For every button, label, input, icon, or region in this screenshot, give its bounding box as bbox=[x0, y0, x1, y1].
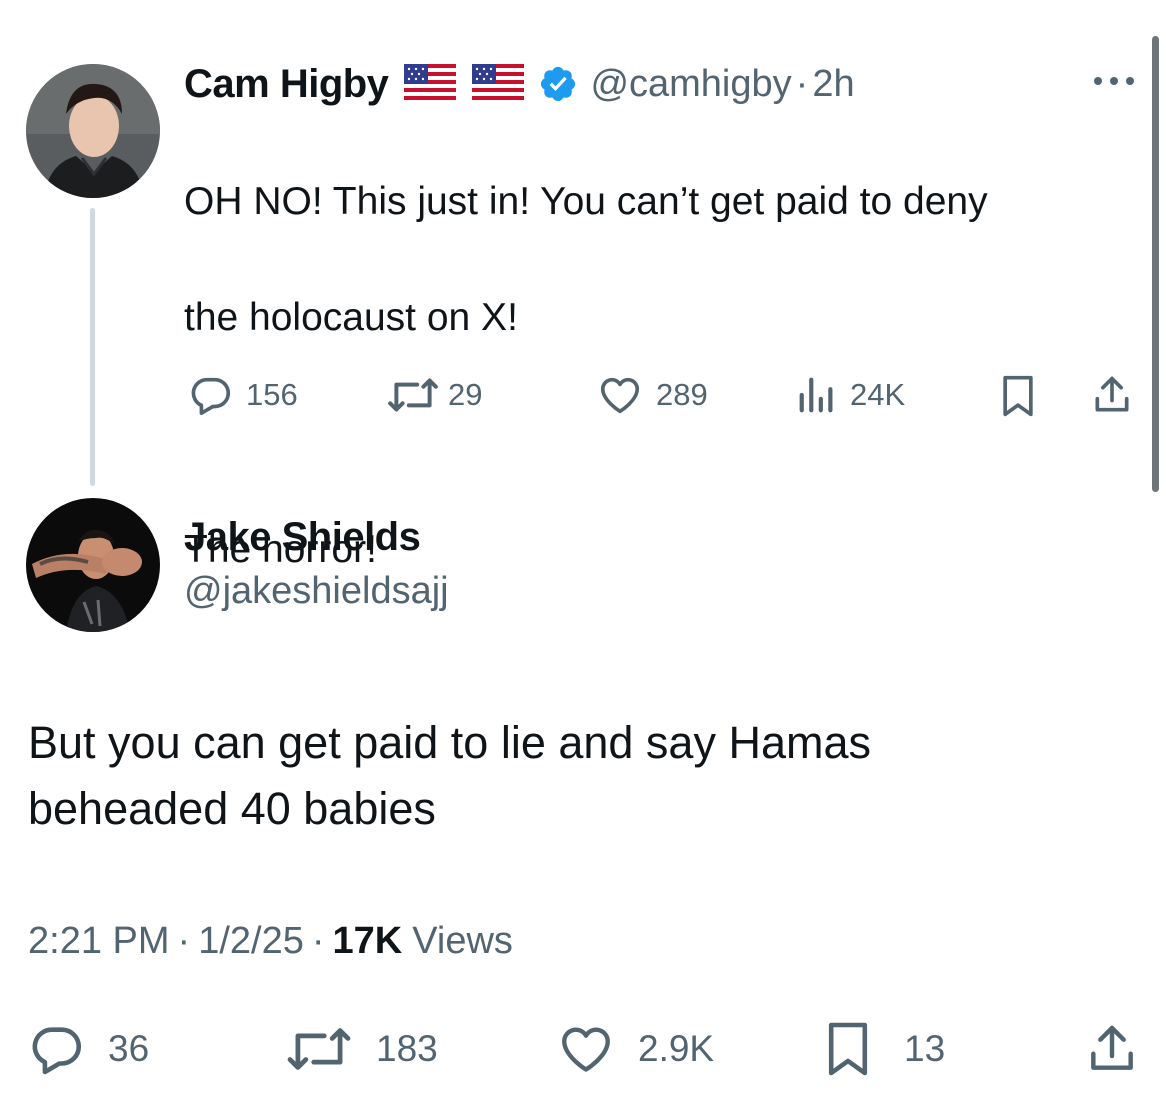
tweet-metadata: 2:21 PM · 1/2/25 · 17K Views bbox=[28, 920, 513, 963]
bookmark-count: 13 bbox=[904, 1028, 946, 1069]
tweet-text-line: beheaded 40 babies bbox=[28, 783, 436, 834]
author-name[interactable]: Cam Higby bbox=[184, 62, 389, 107]
author-name[interactable]: Jake Shields bbox=[184, 515, 421, 560]
repost-button[interactable]: 29 bbox=[386, 372, 482, 418]
quoted-tweet-header: Cam Higby @camhigby · 2h bbox=[184, 58, 855, 110]
avatar[interactable] bbox=[26, 64, 160, 198]
share-icon[interactable] bbox=[1084, 1020, 1140, 1083]
like-count: 289 bbox=[656, 377, 708, 412]
views-button[interactable]: 24K bbox=[796, 372, 905, 418]
repost-icon bbox=[287, 1028, 351, 1070]
author-handle[interactable]: @camhigby bbox=[590, 63, 791, 106]
views-count: 24K bbox=[850, 377, 906, 412]
reply-button[interactable]: 36 bbox=[28, 1020, 149, 1078]
more-options-icon[interactable] bbox=[1090, 74, 1138, 93]
repost-count: 183 bbox=[376, 1028, 438, 1069]
like-button[interactable]: 2.9K bbox=[556, 1020, 714, 1078]
tweet-date[interactable]: 1/2/25 bbox=[198, 920, 304, 963]
reply-icon bbox=[191, 377, 231, 416]
heart-icon bbox=[562, 1027, 610, 1072]
reply-count: 156 bbox=[246, 377, 298, 412]
like-button[interactable]: 289 bbox=[596, 372, 708, 418]
like-count: 2.9K bbox=[638, 1028, 715, 1069]
separator-dot: · bbox=[177, 920, 191, 962]
scrollbar[interactable] bbox=[1152, 36, 1159, 492]
repost-icon bbox=[388, 378, 438, 412]
tweet-text-line: OH NO! This just in! You can’t get paid … bbox=[184, 180, 988, 223]
views-count: 17K bbox=[332, 920, 403, 962]
analytics-icon bbox=[799, 377, 833, 413]
tweet-time[interactable]: 2h bbox=[812, 63, 854, 106]
reply-icon bbox=[32, 1027, 82, 1075]
us-flag-icon bbox=[472, 63, 525, 105]
tweet-text-line: the holocaust on X! bbox=[184, 296, 518, 339]
heart-icon bbox=[600, 377, 640, 414]
reply-button[interactable]: 156 bbox=[188, 372, 298, 418]
avatar[interactable] bbox=[26, 498, 160, 632]
tweet-timestamp[interactable]: 2:21 PM bbox=[28, 920, 170, 963]
separator-dot: · bbox=[795, 62, 809, 105]
share-icon[interactable] bbox=[1090, 372, 1134, 423]
separator-dot: · bbox=[311, 920, 325, 962]
repost-button[interactable]: 183 bbox=[284, 1020, 438, 1078]
reply-count: 36 bbox=[108, 1028, 150, 1069]
main-tweet-text: But you can get paid to lie and say Hama… bbox=[28, 710, 1128, 842]
verified-badge-icon bbox=[538, 64, 578, 104]
tweet-text-line: But you can get paid to lie and say Hama… bbox=[28, 717, 872, 768]
bookmark-icon[interactable] bbox=[998, 374, 1038, 423]
views-label: Views bbox=[412, 920, 513, 962]
repost-count: 29 bbox=[448, 377, 483, 412]
bookmark-icon bbox=[828, 1022, 868, 1076]
us-flag-icon bbox=[404, 63, 457, 105]
bookmark-button[interactable]: 13 bbox=[824, 1020, 945, 1078]
thread-connector-line bbox=[90, 208, 95, 486]
author-handle[interactable]: @jakeshieldsajj bbox=[184, 570, 449, 613]
